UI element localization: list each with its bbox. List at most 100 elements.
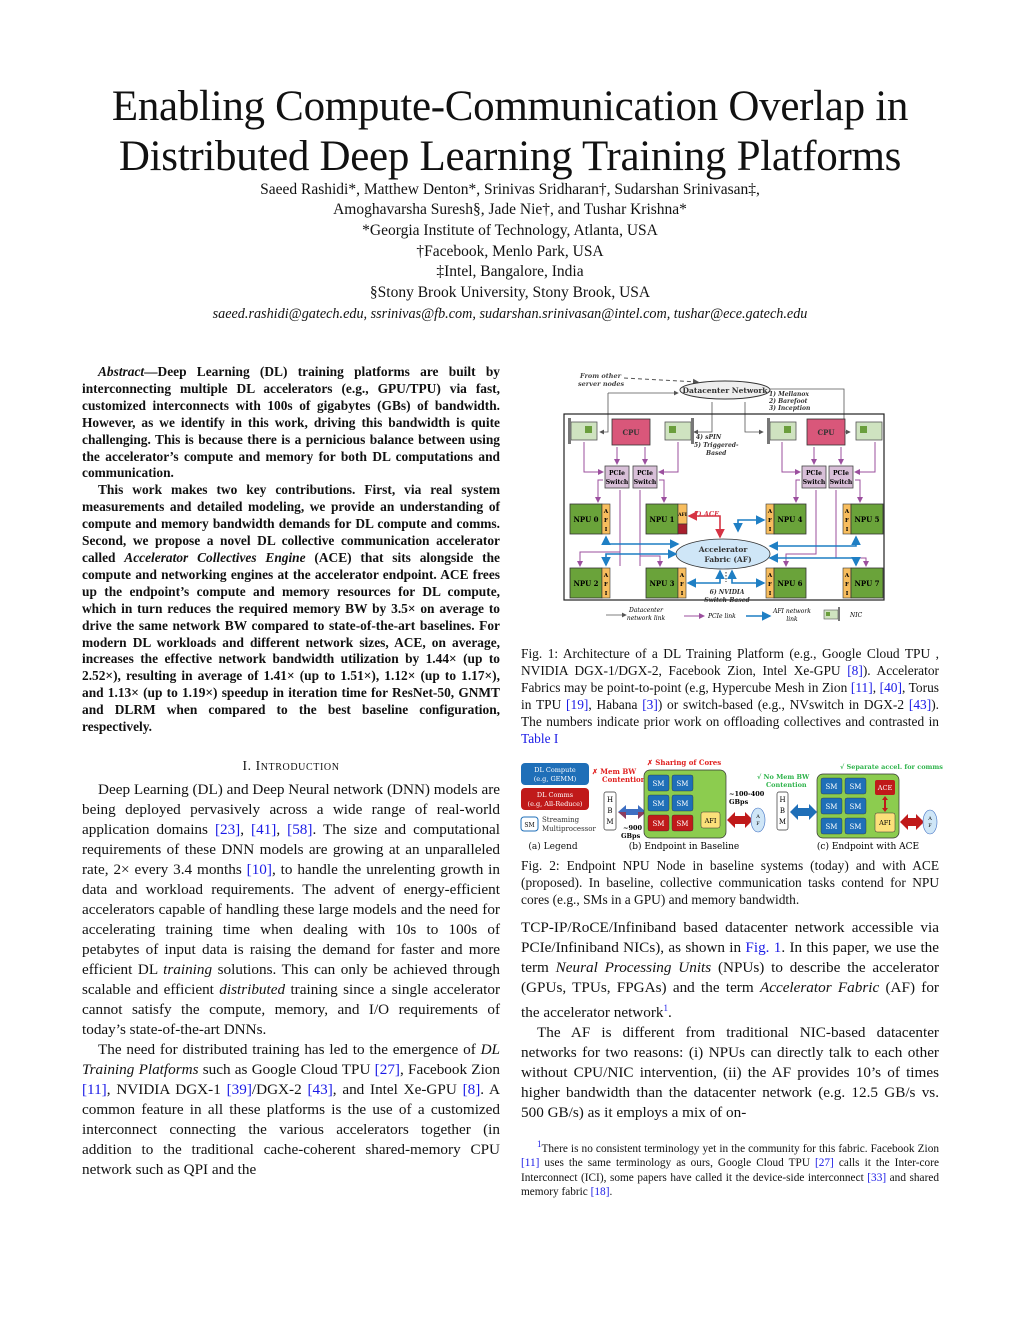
fig1-legend: Datacenter network link PCIe link AFI ne…	[606, 607, 863, 623]
nic-icon	[568, 418, 598, 444]
abstract-ace-term: Accelerator Collectives Engine	[124, 549, 306, 565]
afi-label: AFI	[677, 512, 687, 518]
italic-term: distributed	[219, 981, 286, 998]
citation-link[interactable]: [43]	[909, 697, 931, 712]
citation-link[interactable]: [3]	[642, 697, 658, 712]
sm-label: SM	[653, 800, 665, 808]
hbm-letter: B	[780, 807, 785, 815]
ace-label: 7) ACE	[694, 510, 720, 518]
afi-letter: I	[605, 591, 608, 597]
sm-label: SM	[653, 820, 665, 828]
afi-letter: I	[846, 591, 849, 597]
legend-dl-compute-2: (e.g, GEMM)	[534, 775, 577, 783]
affiliation-georgia-tech: *Georgia Institute of Technology, Atlant…	[362, 222, 658, 239]
citation-link[interactable]: [18]	[591, 1186, 610, 1198]
switch-label: Switch	[830, 479, 853, 486]
af-letter: A	[927, 816, 932, 822]
afi-letter: F	[768, 582, 772, 588]
nic-icon	[855, 421, 883, 441]
afi-letter: F	[604, 518, 608, 524]
no-mem-bw-2: Contention	[766, 781, 807, 789]
datacenter-network-label: Datacenter Network	[683, 386, 769, 395]
text-segment: , Facebook Zion	[399, 1061, 500, 1078]
citation-link[interactable]: Fig. 1	[745, 939, 781, 956]
nvidia-label-1: 6) NVIDIA	[710, 589, 745, 596]
legend-sm: SM	[524, 822, 534, 829]
no-mem-bw-1: √ No Mem BW	[757, 773, 810, 781]
subfig-b-label: (b) Endpoint in Baseline	[629, 841, 739, 852]
authors-line-1: Saeed Rashidi*, Matthew Denton*, Sriniva…	[260, 181, 760, 198]
npu-label: NPU 5	[854, 515, 879, 524]
afi-letter: A	[767, 573, 773, 579]
paper-title-line-2: Distributed Deep Learning Training Platf…	[118, 133, 902, 180]
hbm-letter: M	[779, 818, 786, 826]
text-segment: ) or switch-based (e.g., NVswitch in DGX…	[657, 696, 909, 712]
afi-letter: F	[845, 582, 849, 588]
sm-label: SM	[826, 803, 838, 811]
bw-900-1: ~900	[623, 824, 642, 832]
bw-100-1: ~100-400	[729, 790, 765, 798]
npu-label: NPU 4	[777, 515, 802, 524]
figure-1-caption: Fig. 1: Architecture of a DL Training Pl…	[521, 646, 939, 747]
text-segment: , NVIDIA DGX-1	[106, 1081, 227, 1098]
legend-datacenter-2: network link	[627, 615, 666, 622]
afi-letter: A	[844, 509, 850, 515]
sm-label: SM	[677, 820, 689, 828]
citation-link[interactable]: [23]	[215, 821, 240, 838]
right-paragraph-2: The AF is different from traditional NIC…	[521, 1024, 939, 1122]
afi-letter: A	[603, 573, 609, 579]
citation-link[interactable]: [40]	[880, 680, 902, 695]
citation-link[interactable]: [19]	[566, 697, 588, 712]
pcie-label: PCIe	[609, 470, 625, 477]
sharing-cores-label: ✗ Sharing of Cores	[647, 758, 721, 767]
sm-label: SM	[653, 780, 665, 788]
switch-label: Switch	[803, 479, 826, 486]
citation-link[interactable]: Table I	[521, 731, 558, 746]
affiliation-facebook: †Facebook, Menlo Park, USA	[416, 243, 604, 260]
citation-link[interactable]: [43]	[307, 1081, 332, 1098]
afi-letter: I	[846, 527, 849, 533]
mem-bw-label-2: Contention	[602, 775, 646, 784]
text-segment: ,	[872, 679, 880, 695]
hbm-letter: H	[779, 796, 785, 804]
citation-link[interactable]: [41]	[251, 821, 276, 838]
cpu-label: CPU	[623, 428, 640, 437]
bw-900-2: GBps	[621, 832, 641, 840]
pcie-label: PCIe	[833, 470, 849, 477]
legend-dl-comms-1: DL Comms	[537, 791, 573, 799]
right-column-body: TCP-IP/RoCE/Infiniband based datacenter …	[521, 918, 939, 1123]
ace-block-label: ACE	[877, 784, 893, 792]
text-segment: ,	[240, 821, 252, 838]
npu-label: NPU 0	[573, 515, 598, 524]
prior-work-triggered: 5) Triggered-	[694, 442, 739, 449]
citation-link[interactable]: [11]	[521, 1157, 539, 1169]
citation-link[interactable]: [11]	[82, 1081, 107, 1098]
citation-link[interactable]: [27]	[815, 1157, 834, 1169]
section-number: I.	[242, 758, 252, 773]
af-letter: A	[755, 814, 760, 820]
italic-term: training	[163, 961, 213, 978]
citation-link[interactable]: [10]	[247, 861, 272, 878]
citation-link[interactable]: [11]	[851, 680, 873, 695]
afi-letter: I	[605, 527, 608, 533]
npu-label: NPU 2	[573, 579, 598, 588]
datacenter-network-cloud: Datacenter Network	[679, 380, 771, 400]
citation-link[interactable]: [27]	[375, 1061, 400, 1078]
legend-afi-1: AFI network	[772, 608, 811, 615]
text-segment: ,	[276, 821, 288, 838]
citation-link[interactable]: [58]	[287, 821, 312, 838]
sm-label: SM	[850, 803, 862, 811]
abstract-paragraph-1: —Deep Learning (DL) training platforms a…	[82, 364, 500, 481]
citation-link[interactable]: [33]	[867, 1172, 886, 1184]
abstract: Abstract—Deep Learning (DL) training pla…	[82, 364, 500, 736]
citation-link[interactable]: [8]	[847, 663, 863, 678]
switch-label: Switch	[634, 479, 657, 486]
sm-label: SM	[826, 823, 838, 831]
npu-1: NPU 1	[645, 503, 688, 535]
pcie-switch: PCIe Switch	[604, 465, 630, 489]
fig2-with-ace: √ No Mem BW Contention √ Separate accel.…	[757, 763, 943, 852]
cpu-label: CPU	[818, 428, 835, 437]
citation-link[interactable]: [8]	[463, 1081, 481, 1098]
citation-link[interactable]: [39]	[227, 1081, 252, 1098]
from-other-label-1: From other	[579, 372, 622, 380]
